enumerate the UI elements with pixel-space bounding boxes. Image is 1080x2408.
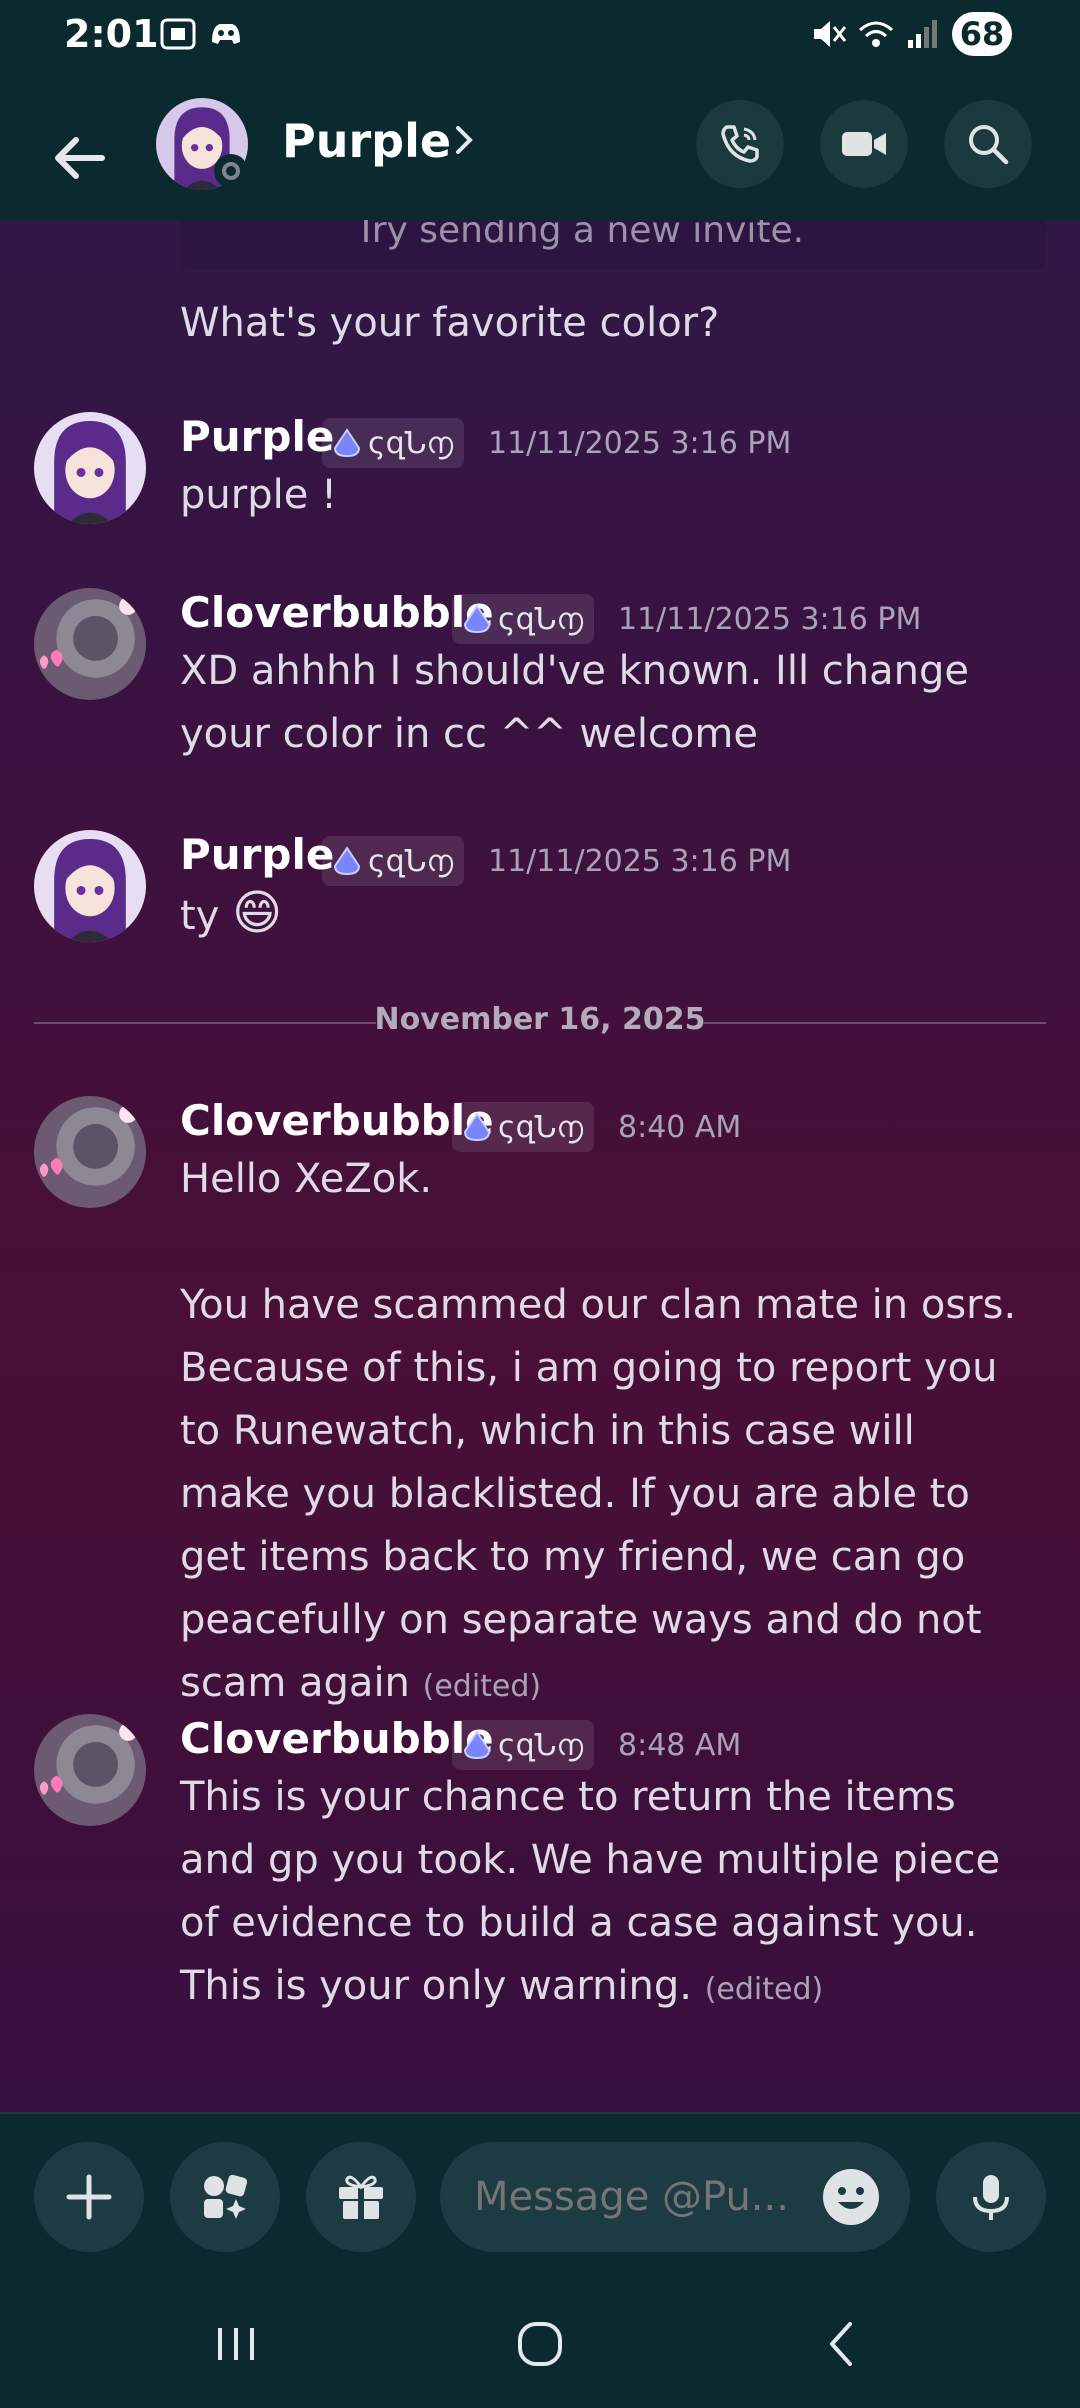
status-bar: 2:01 68 xyxy=(0,0,1080,72)
plus-icon xyxy=(66,2174,112,2220)
status-time: 2:01 xyxy=(64,12,159,56)
timestamp: 8:48 AM xyxy=(618,1728,742,1763)
search-button[interactable] xyxy=(944,100,1032,188)
apps-icon xyxy=(204,2174,248,2219)
gift-icon xyxy=(339,2175,383,2219)
embed-text: Try sending a new invite. xyxy=(355,220,805,251)
clan-tag[interactable]: ςզՆ൱ xyxy=(452,1720,594,1770)
emoji-icon[interactable] xyxy=(820,2166,882,2228)
discord-status-icon xyxy=(212,24,240,44)
timestamp: 8:40 AM xyxy=(618,1110,742,1145)
voice-call-button[interactable] xyxy=(696,100,784,188)
system-nav-bar xyxy=(0,2274,1080,2408)
message-text: What's your favorite color? xyxy=(180,300,720,346)
chat-header: Purple xyxy=(0,90,1080,220)
back-icon[interactable] xyxy=(802,2304,882,2384)
video-call-button[interactable] xyxy=(820,100,908,188)
gem-icon xyxy=(463,1730,491,1760)
gift-button[interactable] xyxy=(306,2142,416,2252)
phone-call-icon xyxy=(721,125,759,163)
grin-emoji: 😄 xyxy=(232,885,283,941)
author-name[interactable]: Cloverbubble xyxy=(180,588,494,637)
microphone-icon xyxy=(973,2175,1009,2220)
clan-tag[interactable]: ςզՆ൱ xyxy=(452,1102,594,1152)
arrow-left-icon[interactable] xyxy=(42,118,122,198)
message-text: You have scammed our clan mate in osrs. … xyxy=(180,1282,1017,1706)
mute-icon xyxy=(814,21,847,47)
gem-icon xyxy=(463,604,491,634)
screenshot-icon xyxy=(160,18,196,50)
message-text: purple ! xyxy=(180,472,338,518)
message-text: ty 😄 xyxy=(180,885,283,941)
avatar[interactable] xyxy=(34,1714,146,1826)
add-attachment-button[interactable] xyxy=(34,2142,144,2252)
timestamp: 11/11/2025 3:16 PM xyxy=(488,426,792,461)
avatar[interactable] xyxy=(34,1096,146,1208)
voice-message-button[interactable] xyxy=(936,2142,1046,2252)
edited-label: (edited) xyxy=(704,1972,824,2007)
signal-icon xyxy=(908,20,937,48)
page-title[interactable]: Purple xyxy=(282,114,451,168)
gem-icon xyxy=(333,428,361,458)
edited-label: (edited) xyxy=(422,1669,542,1704)
clan-tag[interactable]: ςզՆ൱ xyxy=(322,418,464,468)
wifi-icon xyxy=(859,21,893,47)
message-text: XD ahhhh I should've known. Ill change y… xyxy=(180,648,970,757)
presence-indicator xyxy=(214,154,248,188)
author-name[interactable]: Purple xyxy=(180,830,334,879)
avatar[interactable] xyxy=(34,588,146,700)
message-list[interactable]: Try sending a new invite. What's your fa… xyxy=(0,220,1080,2110)
message-composer xyxy=(0,2112,1080,2274)
timestamp: 11/11/2025 3:16 PM xyxy=(618,602,922,637)
home-icon[interactable] xyxy=(500,2304,580,2384)
battery-indicator: 68 xyxy=(952,12,1012,56)
author-name[interactable]: Cloverbubble xyxy=(180,1714,494,1763)
message-text: This is your chance to return the items … xyxy=(180,1774,1001,2009)
video-camera-icon xyxy=(842,132,886,156)
gem-icon xyxy=(333,846,361,876)
chevron-right-icon[interactable] xyxy=(452,120,476,160)
recent-apps-icon[interactable] xyxy=(196,2304,276,2384)
avatar[interactable] xyxy=(34,412,146,524)
gem-icon xyxy=(463,1112,491,1142)
apps-button[interactable] xyxy=(170,2142,280,2252)
author-name[interactable]: Cloverbubble xyxy=(180,1096,494,1145)
clan-tag[interactable]: ςզՆ൱ xyxy=(452,594,594,644)
search-icon xyxy=(969,125,1009,165)
message-text: Hello XeZok. xyxy=(180,1156,433,1202)
timestamp: 11/11/2025 3:16 PM xyxy=(488,844,792,879)
top-bar: 2:01 68 Purple xyxy=(0,0,1080,220)
date-divider: November 16, 2025 xyxy=(34,1002,1046,1042)
avatar[interactable] xyxy=(34,830,146,942)
author-name[interactable]: Purple xyxy=(180,412,334,461)
clan-tag[interactable]: ςզՆ൱ xyxy=(322,836,464,886)
